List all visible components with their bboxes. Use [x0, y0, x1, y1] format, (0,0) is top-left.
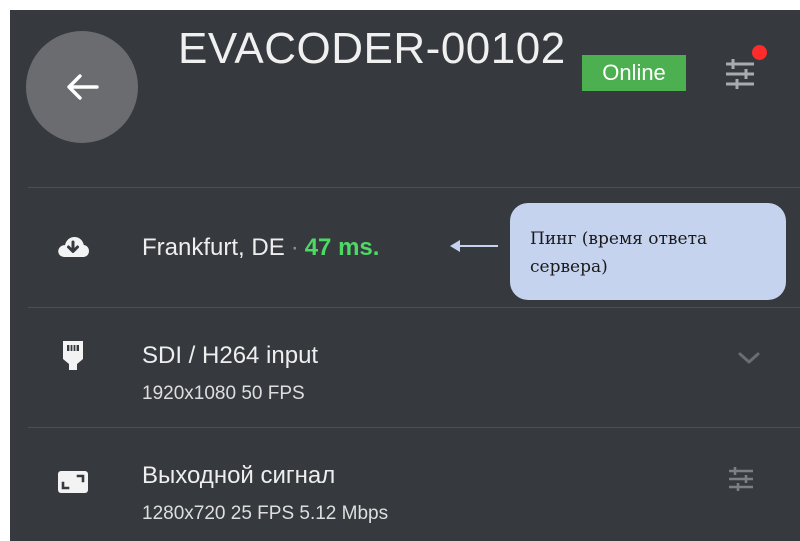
screen-expand-icon — [58, 471, 88, 493]
input-title: SDI / H264 input — [142, 342, 319, 369]
output-details: 1280x720 25 FPS 5.12 Mbps — [142, 503, 389, 524]
server-location: Frankfurt, DE — [142, 234, 285, 261]
server-info: Frankfurt, DE · 47 ms. — [142, 234, 379, 262]
arrow-left-icon — [67, 74, 99, 100]
device-title: EVACODER-00102 — [178, 24, 566, 73]
divider — [28, 307, 800, 308]
divider — [28, 427, 800, 428]
output-title: Выходной сигнал — [142, 462, 336, 489]
sdi-connector-icon — [63, 341, 83, 370]
annotation-callout: Пинг (время ответа сервера) — [510, 203, 786, 300]
chevron-down-icon[interactable] — [734, 348, 764, 368]
divider — [28, 187, 800, 188]
ping-value: 47 ms. — [304, 234, 380, 261]
sliders-icon — [729, 467, 753, 491]
notification-dot — [752, 45, 767, 60]
output-settings-button[interactable] — [724, 462, 758, 496]
status-badge: Online — [582, 55, 686, 91]
cloud-download-icon — [58, 237, 89, 257]
annotation-arrow — [450, 240, 498, 252]
separator: · — [290, 234, 299, 261]
input-details: 1920x1080 50 FPS — [142, 383, 305, 404]
back-button[interactable] — [26, 31, 138, 143]
